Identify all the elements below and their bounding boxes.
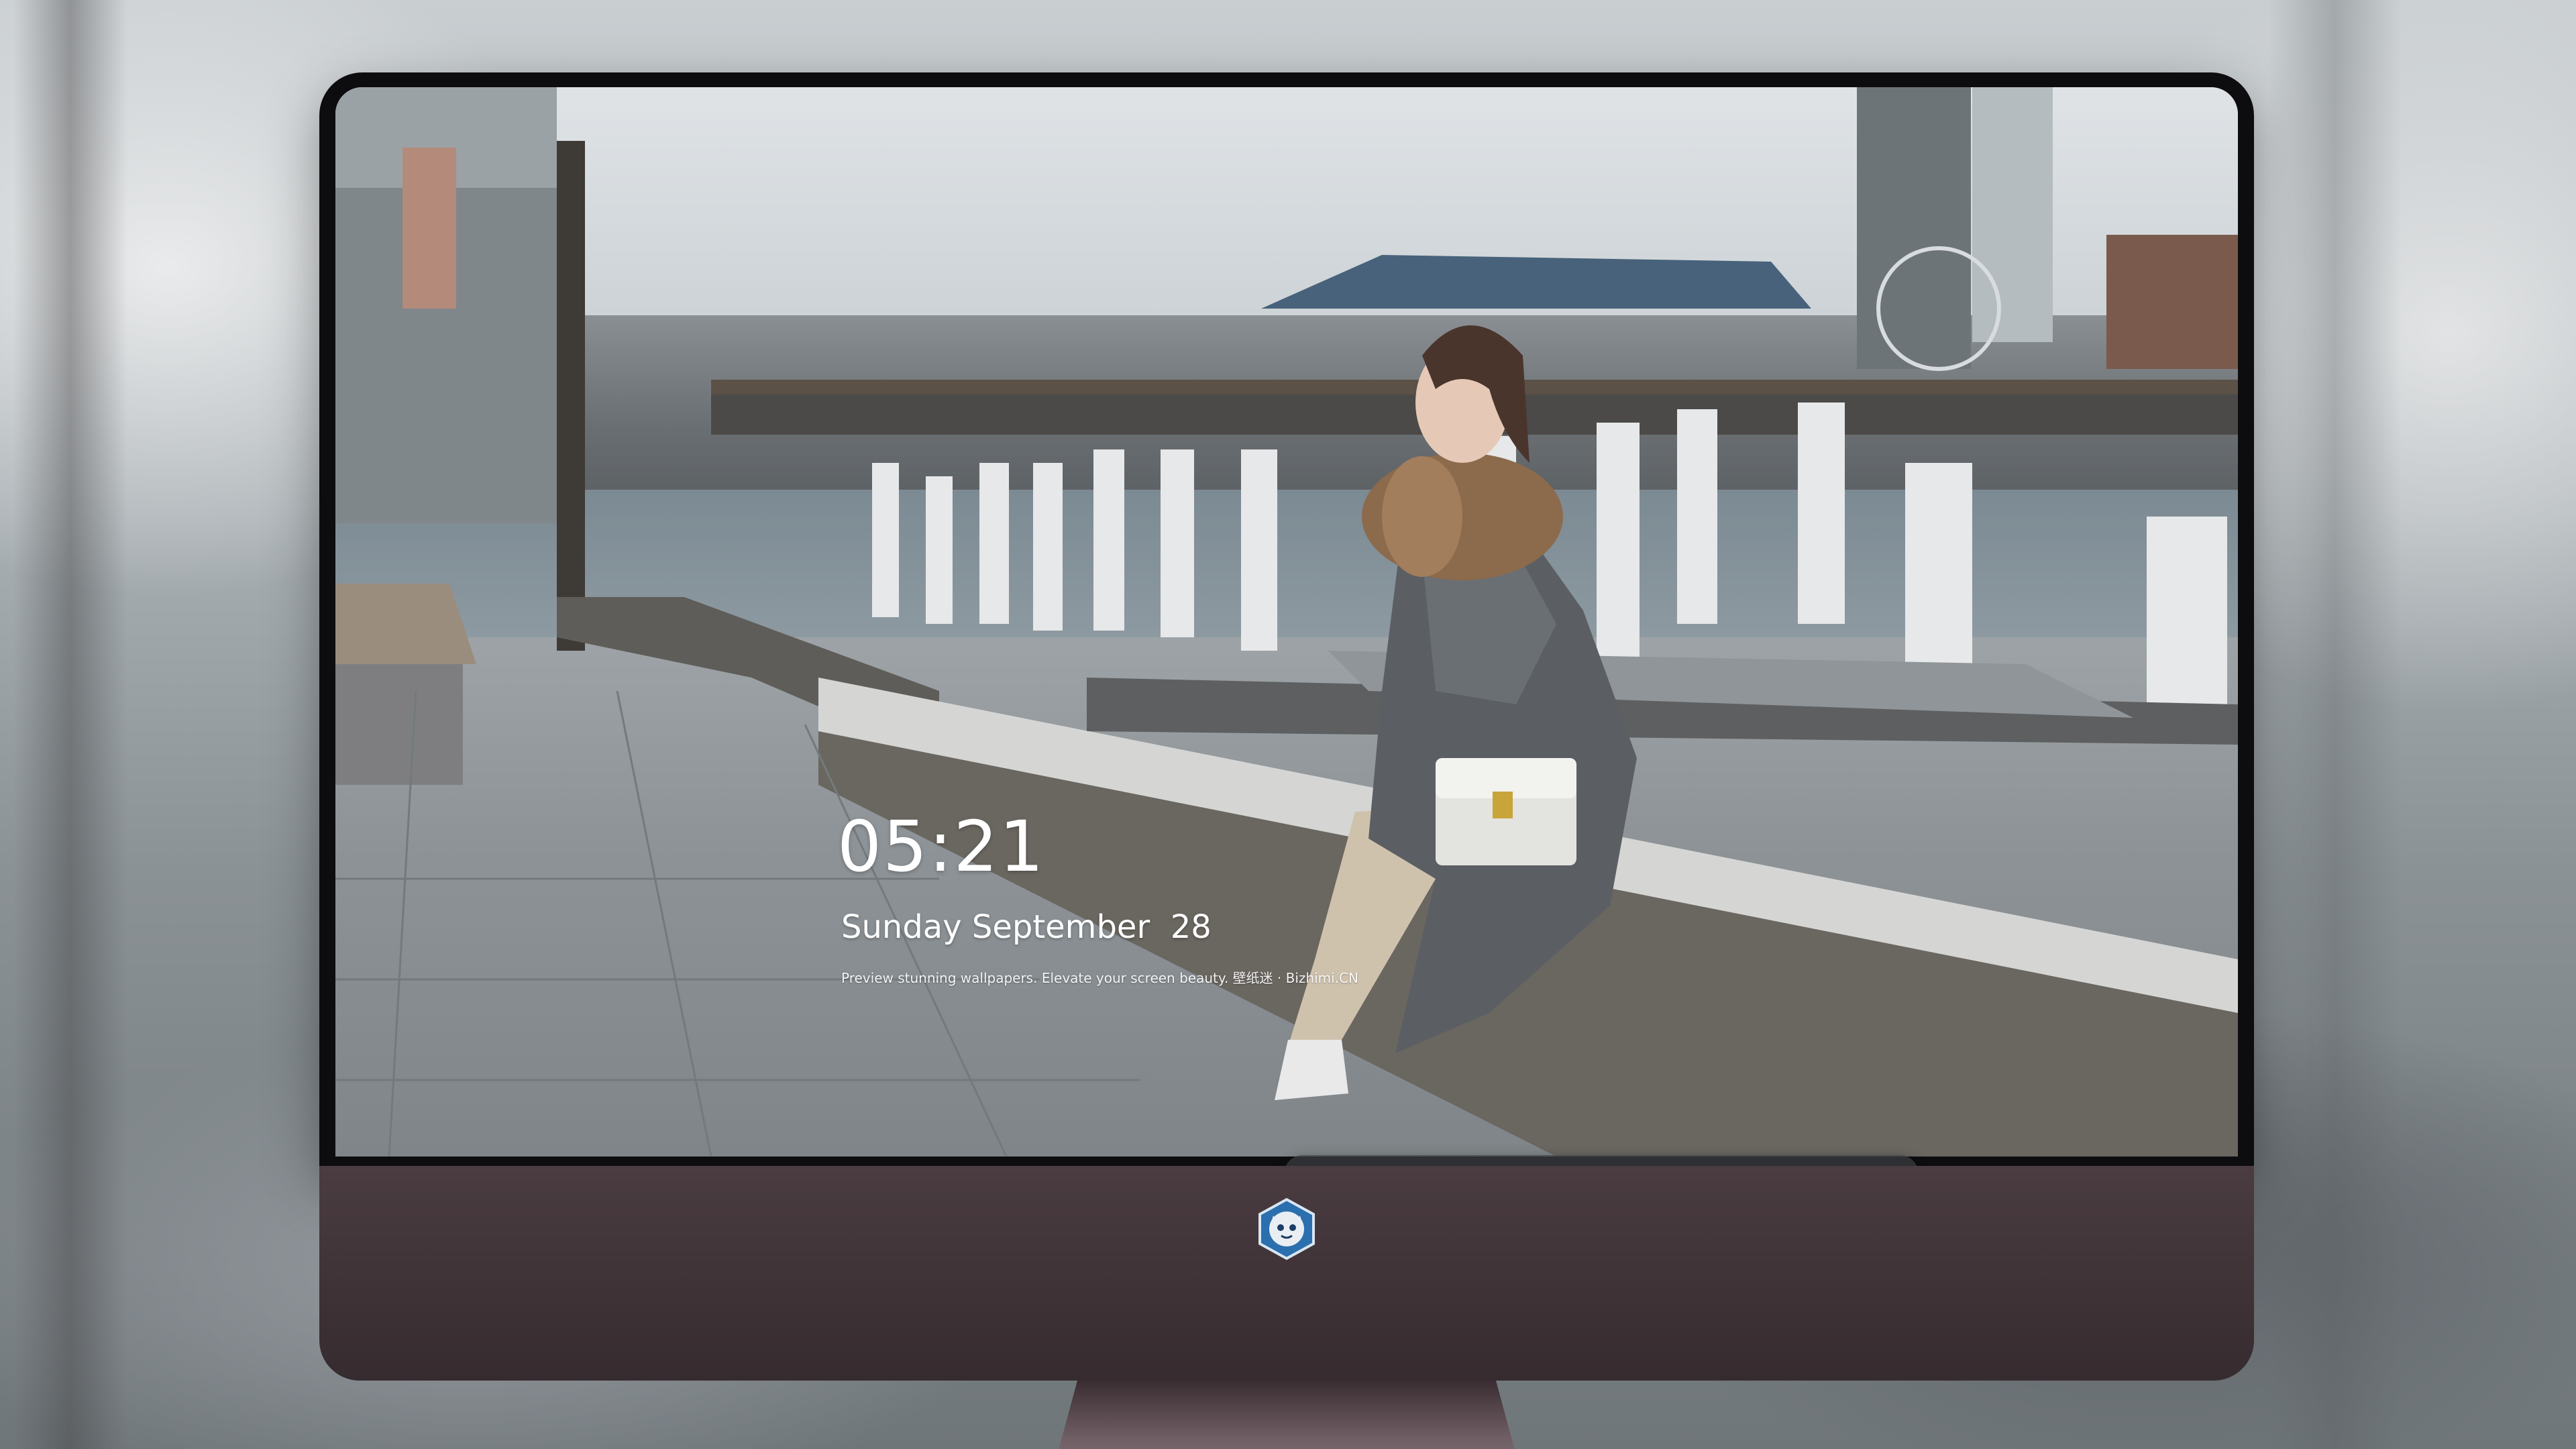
pillar bbox=[557, 141, 585, 651]
building bbox=[402, 148, 456, 309]
building bbox=[2106, 235, 2238, 369]
blurred-background-post bbox=[13, 0, 127, 1449]
monitor-stand bbox=[1059, 1381, 1515, 1449]
building bbox=[1972, 87, 2053, 342]
lock-screen-clock: 05:21 bbox=[837, 806, 1045, 888]
building bbox=[1857, 87, 1971, 369]
blurred-background-post bbox=[2267, 0, 2402, 1449]
lock-screen-date: Sunday September 28 bbox=[841, 908, 1212, 946]
bench bbox=[335, 664, 463, 785]
wallpaper-photo bbox=[335, 87, 2238, 1157]
lock-screen[interactable]: 05:21 Sunday September 28 Preview stunni… bbox=[335, 87, 2238, 1157]
pavilion-roof bbox=[1261, 255, 1811, 309]
wallpaper-credit: Preview stunning wallpapers. Elevate you… bbox=[841, 970, 1358, 986]
bench bbox=[335, 584, 476, 664]
mascot-logo-icon bbox=[1258, 1197, 1315, 1260]
desktop-scene: 05:21 Sunday September 28 Preview stunni… bbox=[0, 0, 2576, 1449]
imac-monitor: 05:21 Sunday September 28 Preview stunni… bbox=[319, 72, 2254, 1449]
